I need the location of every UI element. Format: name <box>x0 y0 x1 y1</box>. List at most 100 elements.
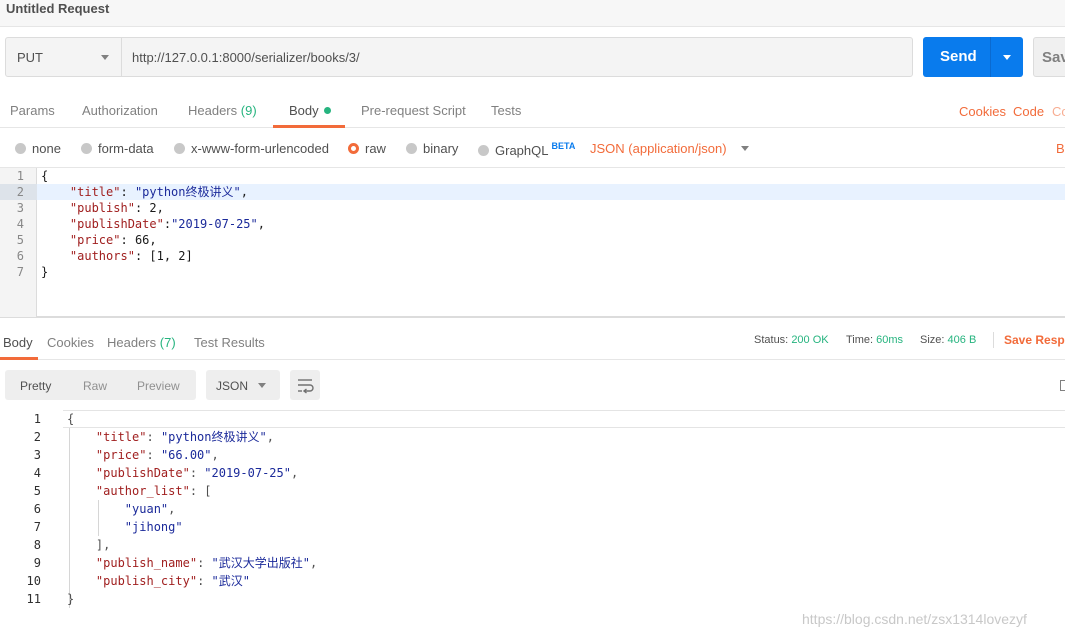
content-type-dropdown[interactable]: JSON (application/json) <box>590 141 749 156</box>
wrap-lines-icon <box>298 379 314 394</box>
line-number: 3 <box>16 201 24 215</box>
response-format-label: JSON <box>216 379 249 393</box>
json-val: 66 <box>134 233 150 247</box>
code-line: "publish": 2, <box>41 200 164 216</box>
radio-form-data[interactable]: form-data <box>81 141 154 156</box>
view-raw-button[interactable]: Raw <box>83 379 107 393</box>
line-number: 6 <box>16 249 24 263</box>
json-pre: { <box>41 169 49 183</box>
status-indicator: Status: 200 OK <box>754 334 829 346</box>
response-format-dropdown[interactable]: JSON <box>206 370 280 400</box>
json-post: , <box>149 233 157 247</box>
json-post: , <box>240 185 248 199</box>
code-line: "jihong" <box>67 518 183 536</box>
method-select[interactable]: PUT <box>5 37 122 77</box>
resp-tab-headers-label: Headers <box>107 335 157 350</box>
json-pre <box>67 520 125 534</box>
json-pre <box>41 249 70 263</box>
response-body-viewer[interactable]: 1 {2 "title": "python终极讲义", 3 "price": "66… <box>0 410 1065 639</box>
radio-binary[interactable]: binary <box>406 141 458 156</box>
wrap-lines-button[interactable] <box>290 370 320 400</box>
save-label: Sav <box>1042 49 1065 66</box>
json-key: "publish" <box>69 201 135 215</box>
code-line: "publishDate": "2019-07-25", <box>67 464 298 482</box>
method-label: PUT <box>17 50 43 65</box>
radio-urlencoded[interactable]: x-www-form-urlencoded <box>174 141 329 156</box>
radio-none[interactable]: none <box>15 141 61 156</box>
json-key: "author_list" <box>95 484 190 498</box>
copy-icon[interactable] <box>1060 380 1065 391</box>
code-line: { <box>41 168 48 184</box>
json-pre <box>67 556 96 570</box>
radio-circle-icon <box>406 143 417 154</box>
radio-urlencoded-label: x-www-form-urlencoded <box>191 141 329 156</box>
time-value: 60ms <box>876 334 904 346</box>
save-button[interactable]: Sav <box>1033 37 1065 77</box>
tab-pre-request-script[interactable]: Pre-request Script <box>361 103 466 118</box>
view-pretty-button[interactable]: Pretty <box>20 379 51 393</box>
json-mid: : <box>134 201 150 215</box>
view-preview-button[interactable]: Preview <box>137 379 180 393</box>
json-pre <box>41 201 70 215</box>
url-input[interactable]: http://127.0.0.1:8000/serializer/books/3… <box>121 37 913 77</box>
json-val: "python终极讲义" <box>134 185 241 199</box>
save-response-button[interactable]: Save Respo <box>1004 333 1065 347</box>
beautify-link[interactable]: B <box>1056 141 1065 156</box>
url-text: http://127.0.0.1:8000/serializer/books/3… <box>132 50 360 65</box>
chevron-down-icon <box>740 146 749 151</box>
tab-body[interactable]: Body <box>289 103 331 118</box>
tab-tests[interactable]: Tests <box>491 103 521 118</box>
json-val: 2 <box>149 201 157 215</box>
send-button[interactable]: Send <box>923 37 1023 77</box>
request-tabs: Params Authorization Headers (9) Body Pr… <box>0 94 1065 128</box>
response-toolbar: Pretty Raw Preview JSON <box>0 370 1065 402</box>
radio-raw[interactable]: raw <box>348 141 386 156</box>
request-body-editor[interactable]: 1 {2 "title": "python终极讲义", 3 "publish": 2… <box>0 167 1065 318</box>
json-mid: : <box>120 233 135 247</box>
radio-graphql[interactable]: GraphQL BETA <box>478 141 575 158</box>
code-line: ], <box>67 536 110 554</box>
json-val: "jihong" <box>124 520 183 534</box>
send-options-chevron-icon[interactable] <box>1003 55 1011 60</box>
chevron-down-icon <box>101 55 109 60</box>
request-title[interactable]: Untitled Request <box>6 1 109 16</box>
json-pre <box>67 574 96 588</box>
json-pre <box>67 430 96 444</box>
tab-headers-label: Headers <box>188 103 238 118</box>
json-val: "2019-07-25" <box>171 217 258 231</box>
send-label: Send <box>940 48 977 65</box>
status-divider <box>993 332 994 348</box>
code-line: "publish_city": "武汉" <box>67 572 250 590</box>
json-mid: : <box>197 556 212 570</box>
code-link[interactable]: Code <box>1013 104 1044 119</box>
tab-authorization[interactable]: Authorization <box>82 103 158 118</box>
resp-tab-headers[interactable]: Headers (7) <box>107 335 176 350</box>
tab-headers[interactable]: Headers (9) <box>188 103 257 118</box>
json-key: "price" <box>95 448 147 462</box>
resp-tab-test-results[interactable]: Test Results <box>194 335 265 350</box>
line-number: 11 <box>26 592 41 606</box>
json-pre <box>67 502 125 516</box>
json-mid: : <box>146 430 161 444</box>
resp-tab-body[interactable]: Body <box>3 335 33 350</box>
resp-active-tab-underline <box>0 357 38 360</box>
cookies-link[interactable]: Cookies <box>959 104 1006 119</box>
line-number: 3 <box>33 448 41 462</box>
beta-badge: BETA <box>551 141 576 151</box>
watermark: https://blog.csdn.net/zsx1314lovezyf <box>802 611 1027 627</box>
radio-circle-icon <box>15 143 26 154</box>
line-number: 1 <box>16 169 24 183</box>
code-line: "publishDate":"2019-07-25", <box>41 216 265 232</box>
view-mode-segmented: Pretty Raw Preview <box>5 370 196 400</box>
radio-circle-icon <box>81 143 92 154</box>
radio-circle-icon <box>478 145 489 156</box>
json-val: "66.00" <box>160 448 212 462</box>
tab-params[interactable]: Params <box>10 103 55 118</box>
json-pre <box>67 448 96 462</box>
json-key: "title" <box>95 430 147 444</box>
comments-link[interactable]: Co <box>1052 104 1065 119</box>
resp-tab-cookies[interactable]: Cookies <box>47 335 94 350</box>
json-post: , <box>156 201 164 215</box>
json-pre <box>41 233 70 247</box>
line-number: 2 <box>33 430 41 444</box>
